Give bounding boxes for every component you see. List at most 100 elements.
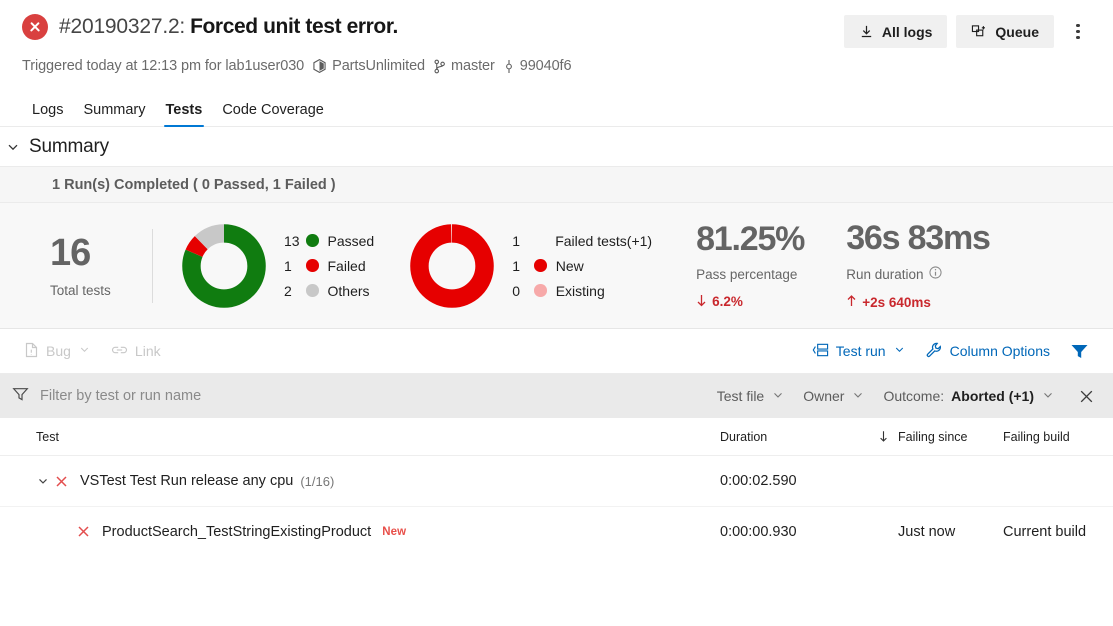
bug-label: Bug — [46, 343, 71, 359]
legend-item-new: 1 New — [512, 258, 652, 274]
commit-link[interactable]: 99040f6 — [504, 58, 572, 74]
commit-icon — [504, 59, 514, 74]
commit-hash: 99040f6 — [520, 58, 572, 74]
filter-input-wrap — [12, 386, 708, 407]
search-input[interactable] — [40, 388, 708, 404]
all-logs-button[interactable]: All logs — [844, 15, 948, 48]
pass-percentage-label: Pass percentage — [696, 267, 804, 282]
queue-label: Queue — [995, 24, 1039, 40]
legend-count-others: 2 — [284, 283, 304, 299]
more-options-button[interactable] — [1063, 15, 1093, 48]
failed-tests-count: 1 — [512, 233, 532, 249]
table-row[interactable]: VSTest Test Run release any cpu (1/16) 0… — [0, 456, 1113, 506]
total-tests-stat: 16 Total tests — [22, 234, 152, 298]
chevron-down-icon — [771, 388, 785, 405]
pass-percentage-value: 81.25% — [696, 222, 804, 256]
build-name: Forced unit test error. — [190, 15, 398, 39]
legend-dot-passed — [306, 234, 319, 247]
queue-button[interactable]: Queue — [956, 15, 1054, 48]
repo-link[interactable]: PartsUnlimited — [313, 58, 425, 74]
failed-donut-chart: 1 Failed tests (+1) 1 New 0 Existing — [409, 223, 652, 309]
test-run-duration: 0:00:02.590 — [720, 473, 878, 489]
header-actions: All logs Queue — [844, 14, 1093, 48]
clear-filters-button[interactable] — [1064, 388, 1099, 405]
legend-label-passed: Passed — [328, 233, 375, 249]
tab-code-coverage[interactable]: Code Coverage — [212, 103, 334, 127]
failed-tests-label: Failed tests — [555, 233, 627, 249]
test-run-name: VSTest Test Run release any cpu — [80, 473, 293, 489]
branch-link[interactable]: master — [434, 58, 495, 74]
run-duration-label: Run duration — [846, 267, 923, 282]
sort-descending-icon[interactable] — [878, 430, 898, 443]
test-run-grouping-button[interactable]: Test run — [804, 336, 914, 366]
wrench-icon — [926, 342, 943, 361]
filter-icon[interactable] — [1058, 343, 1093, 360]
status-badge: New — [382, 526, 406, 538]
test-file-filter[interactable]: Test file — [708, 381, 794, 411]
test-case-failing-build: Current build — [1003, 524, 1091, 540]
chevron-down-icon[interactable] — [36, 474, 54, 488]
tab-summary[interactable]: Summary — [73, 103, 155, 127]
arrow-down-icon — [696, 294, 707, 310]
column-header-test[interactable]: Test — [0, 430, 720, 444]
tab-tests[interactable]: Tests — [156, 103, 213, 127]
legend-item-existing: 0 Existing — [512, 283, 652, 299]
stats-divider — [152, 229, 153, 303]
owner-filter[interactable]: Owner — [794, 381, 874, 411]
chevron-down-icon — [893, 343, 906, 359]
summary-section-header[interactable]: Summary — [0, 127, 1113, 167]
queue-icon — [971, 24, 987, 39]
failed-donut-svg — [409, 223, 495, 309]
link-icon — [111, 343, 128, 360]
column-options-label: Column Options — [950, 343, 1050, 359]
filter-funnel-icon — [12, 386, 29, 407]
arrow-up-icon — [846, 294, 857, 310]
test-case-name: ProductSearch_TestStringExistingProduct — [102, 524, 371, 540]
test-file-label: Test file — [717, 388, 764, 404]
total-tests-label: Total tests — [50, 283, 152, 298]
bug-file-icon — [24, 342, 39, 361]
table-row[interactable]: ProductSearch_TestStringExistingProduct … — [0, 506, 1113, 556]
tab-bar: Logs Summary Tests Code Coverage — [0, 91, 1113, 127]
legend-item-others: 2 Others — [284, 283, 374, 299]
info-icon[interactable] — [929, 266, 942, 282]
filter-bar: Test file Owner Outcome: Aborted (+1) — [0, 374, 1113, 418]
link-button[interactable]: Link — [103, 336, 169, 366]
run-duration-caption: Run duration — [846, 266, 990, 282]
trigger-info: Triggered today at 12:13 pm for lab1user… — [22, 58, 304, 74]
bug-button[interactable]: Bug — [16, 336, 99, 366]
legend-count-passed: 13 — [284, 233, 304, 249]
summary-stats: 16 Total tests 13 Passed 1 Failed — [0, 203, 1113, 329]
tab-logs[interactable]: Logs — [22, 103, 73, 127]
column-header-failing-build[interactable]: Failing build — [1003, 430, 1091, 444]
legend-item-failed-tests: 1 Failed tests (+1) — [512, 233, 652, 249]
run-status-bar: 1 Run(s) Completed ( 0 Passed, 1 Failed … — [0, 167, 1113, 203]
legend-item-failed: 1 Failed — [284, 258, 374, 274]
failed-x-icon — [76, 524, 98, 539]
build-subtitle: Triggered today at 12:13 pm for lab1user… — [22, 58, 1093, 74]
column-header-duration[interactable]: Duration — [720, 430, 878, 444]
legend-dot-failed — [306, 259, 319, 272]
donut-slice-new — [420, 233, 485, 298]
test-case-failing-since: Just now — [898, 524, 1003, 540]
kebab-dot — [1076, 24, 1079, 27]
total-tests-value: 16 — [50, 234, 152, 272]
legend-count-existing: 0 — [512, 283, 532, 299]
outcome-legend: 13 Passed 1 Failed 2 Others — [284, 233, 374, 299]
group-rows-icon — [812, 342, 829, 361]
outcome-filter[interactable]: Outcome: Aborted (+1) — [874, 381, 1064, 411]
column-options-button[interactable]: Column Options — [918, 336, 1058, 366]
run-duration-value: 36s 83ms — [846, 221, 990, 255]
test-run-group-cell: VSTest Test Run release any cpu (1/16) — [0, 473, 720, 489]
column-header-failing-since[interactable]: Failing since — [898, 430, 1003, 444]
chevron-down-icon — [851, 388, 865, 405]
test-run-label: Test run — [836, 343, 886, 359]
legend-dot-new — [534, 259, 547, 272]
outcome-value: Aborted (+1) — [951, 388, 1034, 404]
summary-title: Summary — [29, 136, 109, 158]
run-duration-stat: 36s 83ms Run duration +2s 640ms — [846, 221, 990, 310]
branch-icon — [434, 59, 445, 74]
legend-dot-existing — [534, 284, 547, 297]
chevron-down-icon — [78, 343, 91, 359]
build-header: #20190327.2: Forced unit test error. All… — [0, 0, 1113, 74]
